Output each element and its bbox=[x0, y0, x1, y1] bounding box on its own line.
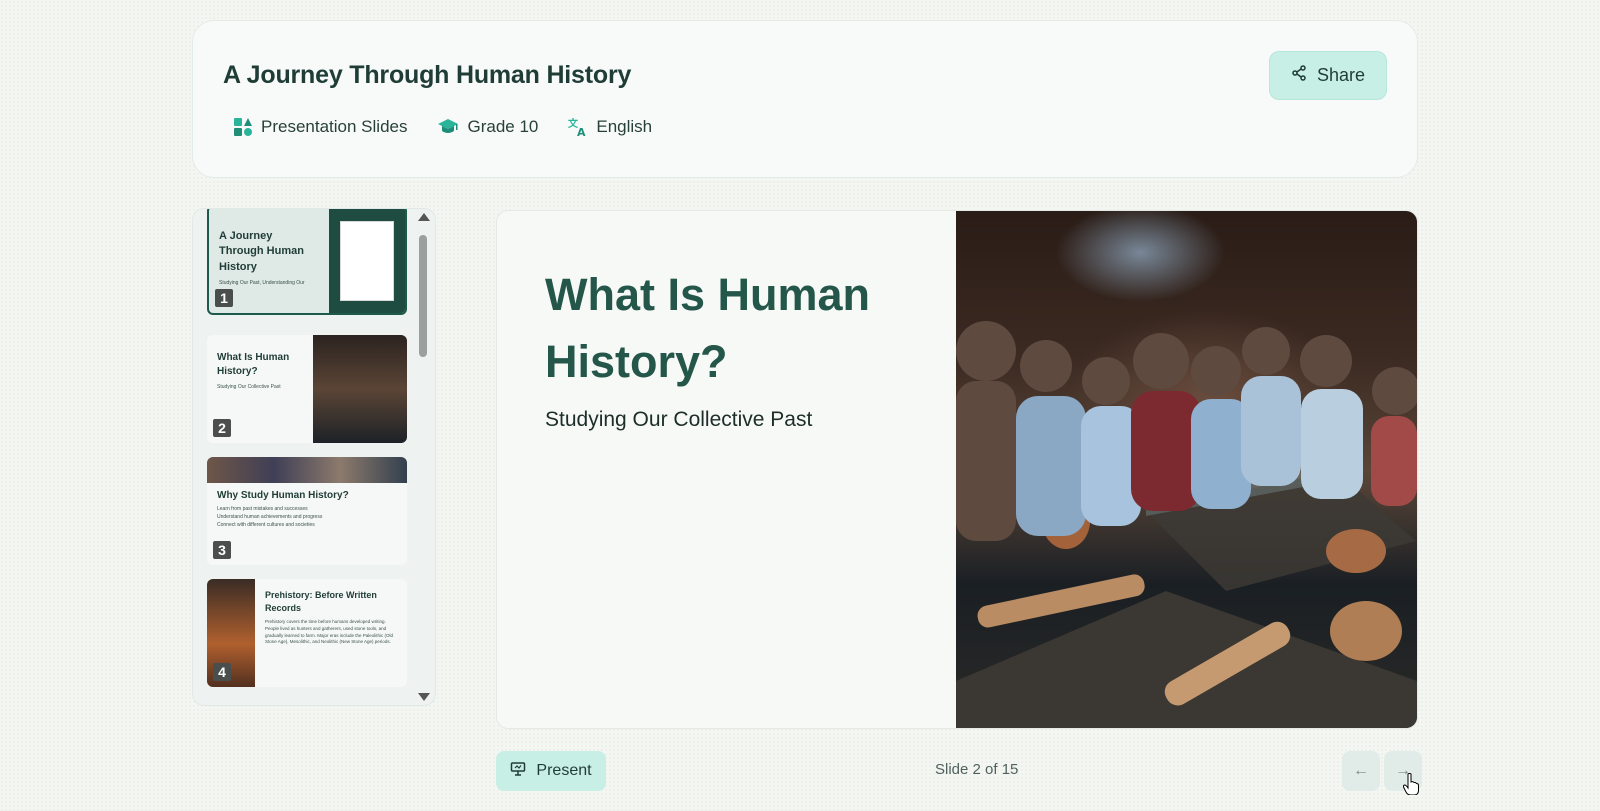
thumbnail-subtitle: Studying Our Collective Past bbox=[217, 384, 281, 390]
share-button[interactable]: Share bbox=[1269, 51, 1387, 100]
thumbnail-body: Prehistory covers the time before humans… bbox=[265, 619, 394, 645]
thumbnail-slide-1[interactable]: A Journey Through Human History Studying… bbox=[207, 209, 407, 315]
meta-language-label: English bbox=[596, 117, 653, 136]
meta-grade-label: Grade 10 bbox=[467, 117, 539, 136]
thumbnail-bullet: Understand human achievements and progre… bbox=[217, 514, 323, 520]
thumbnail-subtitle: Studying Our Past, Understanding Our bbox=[219, 280, 305, 287]
thumbnail-title: Prehistory: Before Written Records bbox=[265, 590, 377, 613]
meta-type-label: Presentation Slides bbox=[261, 117, 408, 136]
thumbnail-bullet: Connect with different cultures and soci… bbox=[217, 522, 315, 528]
arrow-left-icon: ← bbox=[1353, 762, 1369, 779]
thumbnail-slide-2[interactable]: What Is Human History? Studying Our Coll… bbox=[207, 335, 407, 443]
thumbnail-number: 2 bbox=[213, 419, 231, 437]
hand-cursor-icon bbox=[1402, 773, 1419, 800]
present-button[interactable]: Present bbox=[496, 751, 606, 791]
present-label: Present bbox=[536, 762, 592, 779]
current-slide: What Is Human History? Studying Our Coll… bbox=[496, 210, 1418, 729]
thumbnail-image bbox=[207, 457, 407, 483]
thumbnail-text: What Is Human History? Studying Our Coll… bbox=[217, 351, 297, 390]
translate-icon: 文A bbox=[568, 117, 588, 137]
thumbnail-number: 3 bbox=[213, 541, 231, 559]
slide-image-illustration bbox=[956, 321, 1417, 728]
presentation-title: A Journey Through Human History bbox=[223, 61, 632, 89]
presentation-meta: Presentation Slides Grade 10 文A English bbox=[233, 117, 652, 137]
presentation-screen-icon bbox=[510, 761, 526, 782]
thumbnail-image bbox=[340, 221, 394, 301]
meta-language: 文A English bbox=[568, 117, 652, 137]
thumbnail-image bbox=[313, 335, 407, 443]
thumbnail-text: A Journey Through Human History Studying… bbox=[219, 229, 319, 286]
svg-text:A: A bbox=[577, 126, 586, 137]
scroll-up-arrow-icon[interactable] bbox=[418, 213, 430, 221]
share-icon bbox=[1291, 65, 1307, 86]
scroll-down-arrow-icon[interactable] bbox=[418, 693, 430, 701]
slide-counter: Slide 2 of 15 bbox=[935, 761, 1019, 778]
thumbnail-text: Why Study Human History? Learn from past… bbox=[217, 489, 397, 528]
slides-icon bbox=[233, 117, 253, 137]
thumbnail-slide-4[interactable]: Prehistory: Before Written Records Prehi… bbox=[207, 579, 407, 687]
meta-grade: Grade 10 bbox=[437, 117, 538, 137]
previous-slide-button[interactable]: ← bbox=[1342, 751, 1380, 791]
thumbnail-title: A Journey Through Human History bbox=[219, 230, 304, 273]
meta-type: Presentation Slides bbox=[233, 117, 407, 137]
thumbnail-scrollbar[interactable] bbox=[415, 209, 431, 705]
thumbnail-bullet: Learn from past mistakes and successes bbox=[217, 506, 308, 512]
presentation-header: A Journey Through Human History Presenta… bbox=[192, 20, 1418, 178]
slide-title: What Is Human History? bbox=[545, 269, 871, 387]
scrollbar-thumb[interactable] bbox=[419, 235, 427, 357]
graduation-cap-icon bbox=[437, 118, 459, 136]
thumbnail-title: Why Study Human History? bbox=[217, 490, 349, 501]
thumbnail-text: Prehistory: Before Written Records Prehi… bbox=[265, 589, 399, 646]
thumbnail-slide-3[interactable]: Why Study Human History? Learn from past… bbox=[207, 457, 407, 565]
slide-image bbox=[956, 211, 1417, 728]
thumbnail-number: 1 bbox=[215, 289, 233, 307]
thumbnail-image-panel bbox=[329, 209, 405, 313]
slide-thumbnail-panel: A Journey Through Human History Studying… bbox=[192, 208, 436, 706]
thumbnail-title: What Is Human History? bbox=[217, 352, 290, 377]
thumbnail-number: 4 bbox=[213, 663, 231, 681]
slide-subtitle: Studying Our Collective Past bbox=[545, 408, 813, 431]
share-label: Share bbox=[1316, 65, 1366, 85]
